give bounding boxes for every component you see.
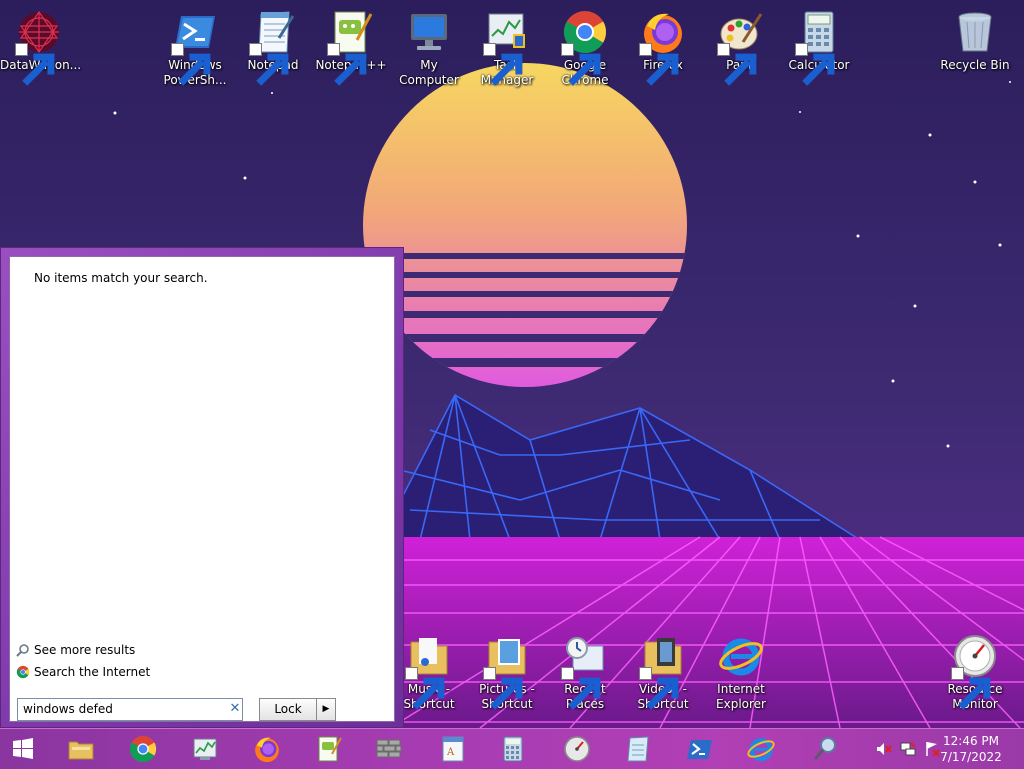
notepadpp-icon bbox=[318, 736, 342, 762]
shortcut-arrow-icon bbox=[483, 43, 523, 86]
recycle-bin-icon bbox=[958, 12, 992, 52]
no-results-message: No items match your search. bbox=[34, 271, 208, 285]
taskbar-internet-explorer[interactable] bbox=[744, 733, 778, 765]
start-icon bbox=[13, 738, 33, 759]
taskbar-powershell[interactable] bbox=[682, 733, 716, 765]
firefox-icon bbox=[255, 737, 279, 763]
desktop-icon-label: Recycle Bin bbox=[940, 58, 1010, 72]
taskbar-task-manager[interactable] bbox=[188, 733, 222, 765]
taskbar-gauge-app[interactable] bbox=[560, 733, 594, 765]
desktop-icon-notepadpp[interactable]: Notepad++ bbox=[312, 8, 390, 86]
shortcut-arrow-icon bbox=[405, 667, 445, 710]
shortcut-arrow-icon bbox=[249, 43, 289, 86]
search-internet-label: Search the Internet bbox=[34, 665, 151, 679]
shortcut-arrow-icon bbox=[639, 667, 679, 710]
taskbar-wall-app[interactable] bbox=[372, 733, 406, 765]
desktop-icon-videos-shortcut[interactable]: Videos - Shortcut bbox=[624, 632, 702, 712]
shortcut-arrow-icon bbox=[561, 43, 601, 86]
shortcut-arrow-icon bbox=[795, 43, 835, 86]
shortcut-arrow-icon bbox=[717, 43, 757, 86]
taskbar-chrome[interactable] bbox=[126, 733, 160, 765]
desktop-icon-label: My Computer bbox=[399, 58, 459, 87]
desktop-icon-datawagon[interactable]: DataWagon... bbox=[0, 8, 81, 86]
desktop-icon-task-manager[interactable]: Task Manager bbox=[468, 8, 546, 88]
desktop-icon-resource-monitor[interactable]: Resource Monitor bbox=[936, 632, 1014, 712]
chrome-icon bbox=[16, 665, 30, 679]
shortcut-arrow-icon bbox=[951, 667, 991, 710]
desktop-icon-my-computer[interactable]: My Computer bbox=[390, 8, 468, 88]
system-tray: 12:46 PM 7/17/2022 bbox=[864, 729, 1024, 769]
desktop-icon-powershell[interactable]: Windows PowerSh... bbox=[156, 8, 234, 88]
powershell-icon bbox=[687, 740, 712, 759]
start-menu: No items match your search. See more res… bbox=[0, 247, 404, 728]
desktop-icon-recent-places[interactable]: Recent Places bbox=[546, 632, 624, 712]
shortcut-arrow-icon bbox=[639, 43, 679, 86]
internet-explorer-icon bbox=[747, 738, 775, 762]
taskbar-file-explorer[interactable] bbox=[64, 733, 98, 765]
taskbar-notepad[interactable] bbox=[620, 733, 654, 765]
search-icon bbox=[813, 737, 836, 760]
power-options-arrow-icon[interactable]: ▶ bbox=[316, 698, 336, 721]
network-icon[interactable] bbox=[900, 741, 916, 757]
clock-time[interactable]: 12:46 PM bbox=[936, 734, 1006, 748]
desktop-icon-firefox[interactable]: Firefox bbox=[624, 8, 702, 86]
taskbar-wordpad[interactable]: A bbox=[436, 733, 470, 765]
see-more-results-label: See more results bbox=[34, 643, 136, 657]
wordpad-icon: A bbox=[442, 736, 464, 762]
lock-button[interactable]: Lock bbox=[259, 698, 317, 721]
taskbar-firefox[interactable] bbox=[250, 733, 284, 765]
shortcut-arrow-icon bbox=[483, 667, 523, 710]
search-icon bbox=[16, 644, 29, 657]
shortcut-arrow-icon bbox=[171, 43, 211, 86]
desktop-icon-google-chrome[interactable]: Google Chrome bbox=[546, 8, 624, 88]
start-search-input[interactable]: windows defed bbox=[17, 698, 243, 721]
shortcut-arrow-icon bbox=[561, 667, 601, 710]
desktop-icon-notepad[interactable]: Notepad bbox=[234, 8, 312, 86]
see-more-results-link[interactable]: See more results bbox=[16, 643, 135, 657]
shortcut-arrow-icon bbox=[15, 43, 55, 86]
computer-icon bbox=[411, 14, 447, 50]
desktop-icon-label: Internet Explorer bbox=[716, 682, 766, 711]
taskbar-notepadpp[interactable] bbox=[312, 733, 346, 765]
desktop-icon-pictures-shortcut[interactable]: Pictures - Shortcut bbox=[468, 632, 546, 712]
desktop-icon-paint[interactable]: Paint bbox=[702, 8, 780, 86]
volume-muted-icon[interactable] bbox=[876, 741, 892, 757]
desktop-icon-calculator[interactable]: Calculator bbox=[780, 8, 858, 86]
task-manager-icon bbox=[193, 738, 217, 760]
wall-icon bbox=[376, 739, 402, 758]
file-explorer-icon bbox=[68, 741, 94, 760]
calculator-icon bbox=[503, 736, 523, 762]
clock-date[interactable]: 7/17/2022 bbox=[936, 750, 1006, 764]
taskbar-calculator[interactable] bbox=[496, 733, 530, 765]
svg-text:A: A bbox=[446, 747, 455, 758]
desktop-icon-internet-explorer[interactable]: Internet Explorer bbox=[702, 632, 780, 712]
taskbar-search[interactable] bbox=[808, 733, 842, 765]
desktop-icon-recycle-bin[interactable]: Recycle Bin bbox=[936, 8, 1014, 73]
notepad-icon bbox=[627, 736, 649, 762]
clear-search-icon[interactable]: ✕ bbox=[227, 701, 243, 717]
chrome-icon bbox=[129, 735, 157, 763]
search-results-pane: No items match your search. See more res… bbox=[9, 256, 395, 722]
search-internet-link[interactable]: Search the Internet bbox=[16, 665, 150, 679]
taskbar: A 12:46 PM 7/17/2022 bbox=[0, 728, 1024, 769]
internet-explorer-icon bbox=[719, 638, 763, 676]
shortcut-arrow-icon bbox=[327, 43, 367, 86]
clock-gauge-icon bbox=[564, 736, 590, 762]
start-button[interactable] bbox=[6, 733, 40, 765]
